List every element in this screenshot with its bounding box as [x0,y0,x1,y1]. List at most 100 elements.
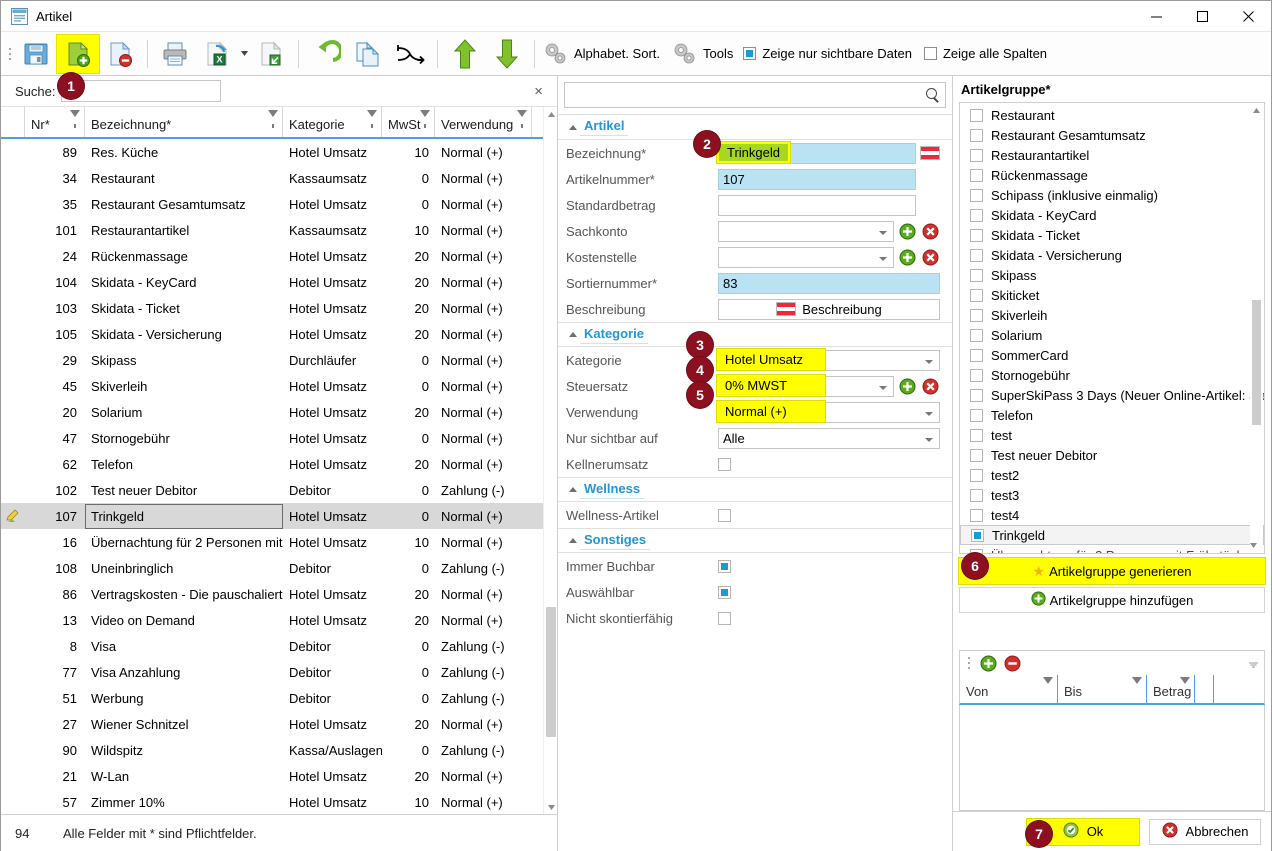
add-steuersatz-icon[interactable] [898,377,917,396]
grid-header-kategorie[interactable]: Kategorie [283,107,382,137]
price-grid-header-betrag[interactable]: Betrag [1147,675,1195,703]
cell-bezeichnung[interactable]: Restaurant [85,171,283,186]
list-item[interactable]: Restaurant [960,105,1264,125]
cell-bezeichnung[interactable]: Test neuer Debitor [85,483,283,498]
remove-sachkonto-icon[interactable] [921,222,940,241]
table-row[interactable]: 89 Res. Küche Hotel Umsatz 10 Normal (+) [1,139,557,165]
add-artikelgruppe-button[interactable]: Artikelgruppe hinzufügen [959,587,1265,613]
minimize-button[interactable] [1133,1,1179,32]
filter-icon[interactable] [1043,677,1053,684]
detail-search-input[interactable] [569,86,925,104]
list-item[interactable]: test3 [960,485,1264,505]
list-item-checkbox[interactable] [970,248,983,262]
dropdown-nur-sichtbar-auf[interactable]: Alle [718,427,940,449]
cell-bezeichnung[interactable]: Rückenmassage [85,249,283,264]
list-item[interactable]: Übernachtung für 2 Personen mit Frühstüc… [960,545,1264,553]
list-item[interactable]: Rückenmassage [960,165,1264,185]
add-kostenstelle-icon[interactable] [898,248,917,267]
tools-button[interactable]: Tools [670,35,743,73]
cancel-button[interactable]: Abbrechen [1149,818,1261,845]
checkbox-kellnerumsatz[interactable] [718,457,731,471]
new-record-button[interactable] [56,33,100,74]
price-grid-body[interactable] [959,705,1265,811]
list-item-checkbox[interactable] [970,368,983,382]
list-item-checkbox[interactable] [970,228,983,242]
save-button[interactable] [15,35,57,73]
section-header-sonstiges[interactable]: Sonstiges [558,528,952,553]
dropdown-kategorie[interactable]: Hotel Umsatz [716,347,940,371]
list-item[interactable]: Schipass (inklusive einmalig) [960,185,1264,205]
move-down-button[interactable] [486,35,528,73]
section-header-wellness[interactable]: Wellness [558,477,952,502]
list-item[interactable]: Stornogebühr [960,365,1264,385]
cell-bezeichnung[interactable]: Stornogebühr [85,431,283,446]
scrollbar-thumb[interactable] [546,607,556,737]
dropdown-sachkonto[interactable] [718,220,894,242]
cell-bezeichnung[interactable]: Skiverleih [85,379,283,394]
list-item[interactable]: Solarium [960,325,1264,345]
table-row[interactable]: 16 Übernachtung für 2 Personen mit Ro Hote… [1,529,557,555]
checkbox-wellness-artikel[interactable] [718,508,731,522]
list-item[interactable]: Skidata - KeyCard [960,205,1264,225]
cell-bezeichnung[interactable]: Skidata - Ticket [85,301,283,316]
cell-bezeichnung[interactable]: Skipass [85,353,283,368]
cell-bezeichnung[interactable]: Uneinbringlich [85,561,283,576]
list-item[interactable]: Restaurantartikel [960,145,1264,165]
cell-bezeichnung[interactable]: Übernachtung für 2 Personen mit Ro [85,535,283,550]
table-row[interactable]: 29 Skipass Durchläufer 0 Normal (+) [1,347,557,373]
export-excel-button[interactable]: X [196,35,238,73]
cell-bezeichnung[interactable]: Video on Demand [85,613,283,628]
filter-icon[interactable] [1132,677,1142,684]
cell-bezeichnung[interactable]: Wiener Schnitzel [85,717,283,732]
cell-bezeichnung[interactable]: Solarium [85,405,283,420]
delete-record-button[interactable] [99,35,141,73]
price-grid-grip[interactable] [964,650,974,676]
table-row[interactable]: 8 Visa Debitor 0 Zahlung (-) [1,633,557,659]
cell-bezeichnung[interactable]: Restaurant Gesamtumsatz [85,197,283,212]
list-item[interactable]: Skidata - Versicherung [960,245,1264,265]
list-item-checkbox[interactable] [970,108,983,122]
list-item-checkbox[interactable] [970,428,983,442]
cell-bezeichnung[interactable]: Skidata - Versicherung [85,327,283,342]
merge-button[interactable] [389,35,431,73]
scroll-up-arrow-icon[interactable] [544,107,557,121]
section-header-kategorie[interactable]: Kategorie [558,322,952,347]
input-bezeichnung[interactable]: Trinkgeld [716,140,916,164]
table-row[interactable]: 62 Telefon Hotel Umsatz 20 Normal (+) [1,451,557,477]
list-item-checkbox[interactable] [970,148,983,162]
table-row[interactable]: 20 Solarium Hotel Umsatz 20 Normal (+) [1,399,557,425]
search-icon[interactable] [925,87,941,103]
price-grid-header-von[interactable]: Von [960,675,1058,703]
austria-flag-icon[interactable] [920,146,940,160]
price-grid-header-bis[interactable]: Bis [1058,675,1147,703]
checkbox-nicht-skontierfaehig[interactable] [718,611,731,625]
copy-button[interactable] [347,35,389,73]
table-row[interactable]: 21 W-Lan Hotel Umsatz 20 Normal (+) [1,763,557,789]
cell-bezeichnung[interactable]: Visa [85,639,283,654]
cell-bezeichnung[interactable]: Res. Küche [85,145,283,160]
cell-bezeichnung[interactable]: Visa Anzahlung [85,665,283,680]
input-sortiernummer[interactable]: 83 [718,272,940,294]
toolbar-grip[interactable] [5,41,15,67]
add-sachkonto-icon[interactable] [898,222,917,241]
add-row-icon[interactable] [979,654,998,673]
list-item-checkbox[interactable] [970,268,983,282]
section-header-artikel[interactable]: Artikel [558,115,952,140]
filter-icon[interactable] [268,110,278,128]
filter-icon[interactable] [70,110,80,128]
list-item-checkbox[interactable] [970,488,983,502]
artikelgruppe-list[interactable]: Restaurant Restaurant Gesamtumsatz Restaur… [959,102,1265,554]
search-input[interactable] [61,80,222,102]
table-row[interactable]: 108 Uneinbringlich Debitor 0 Zahlung (-) [1,555,557,581]
list-item-checkbox[interactable] [970,408,983,422]
cell-bezeichnung[interactable]: W-Lan [85,769,283,784]
list-item[interactable]: Skiverleih [960,305,1264,325]
chevron-up-icon[interactable] [566,487,580,492]
checkbox-auswaehlbar[interactable] [718,585,731,599]
table-row[interactable]: 77 Visa Anzahlung Debitor 0 Zahlung (-) [1,659,557,685]
cell-bezeichnung[interactable]: Zimmer 10% [85,795,283,810]
detail-search-box[interactable] [564,82,946,108]
list-item[interactable]: SuperSkiPass 3 Days (Neuer Online-Artike… [960,385,1264,405]
list-item-checkbox[interactable] [970,468,983,482]
cell-bezeichnung[interactable]: Skidata - KeyCard [85,275,283,290]
